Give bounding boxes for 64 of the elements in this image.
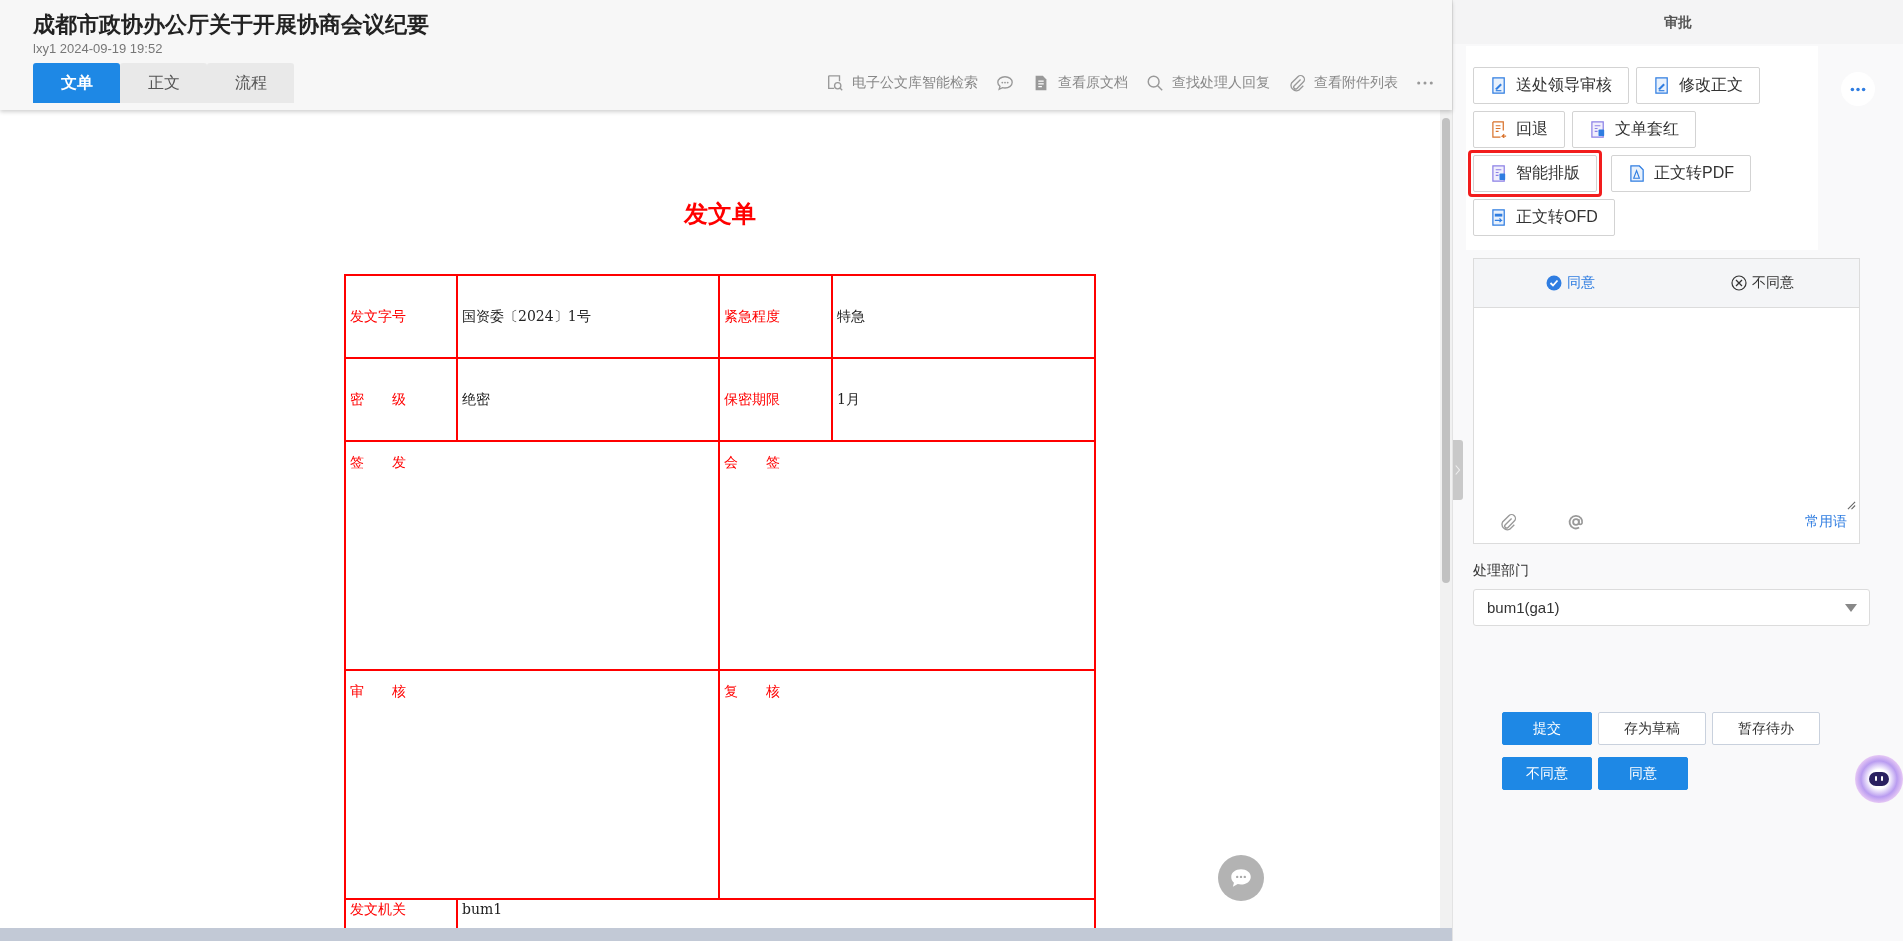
- action-button[interactable]: 同意: [1598, 757, 1688, 790]
- ofd-document-icon: [1491, 209, 1508, 226]
- toolbar-button[interactable]: 查找处理人回复: [1146, 74, 1270, 92]
- search-icon: [1146, 74, 1164, 92]
- paperclip-icon: [1288, 74, 1306, 92]
- action-button[interactable]: 智能排版: [1473, 155, 1597, 192]
- table-cell: 保密期限: [719, 358, 832, 441]
- table-cell: 紧急程度: [719, 275, 832, 358]
- resize-handle-icon[interactable]: [1847, 501, 1856, 510]
- edit-document-icon: [1491, 77, 1508, 94]
- action-button[interactable]: 存为草稿: [1598, 712, 1706, 745]
- table-cell: 密 级: [345, 358, 457, 441]
- scrollbar[interactable]: [0, 928, 1452, 941]
- paperclip-icon[interactable]: [1499, 513, 1517, 531]
- tab[interactable]: 流程: [207, 63, 294, 103]
- table-cell: 审 核: [345, 670, 719, 899]
- comment-icon[interactable]: [996, 74, 1014, 92]
- common-phrases-link[interactable]: 常用语: [1805, 513, 1847, 531]
- document-title: 成都市政协办公厅关于开展协商会议纪要: [33, 11, 430, 39]
- tab[interactable]: 文单: [33, 63, 120, 103]
- tab[interactable]: 正文: [120, 63, 207, 103]
- action-button[interactable]: 文单套红: [1572, 111, 1696, 148]
- field-label: 处理部门: [1473, 562, 1530, 580]
- assistant-button[interactable]: [1854, 754, 1903, 804]
- check-circle-icon: [1545, 275, 1562, 291]
- action-button[interactable]: 回退: [1473, 111, 1565, 148]
- chat-button[interactable]: [1218, 855, 1264, 901]
- mention-icon[interactable]: [1567, 513, 1585, 531]
- action-button[interactable]: 修改正文: [1636, 67, 1760, 104]
- author-date: lxy1 2024-09-19 19:52: [33, 40, 164, 57]
- cross-circle-icon: [1731, 275, 1748, 291]
- layout-document-icon: [1590, 121, 1607, 138]
- action-button[interactable]: 提交: [1502, 712, 1592, 745]
- scrollbar[interactable]: [1440, 110, 1452, 928]
- caret-down-icon: [1845, 603, 1857, 612]
- more-button[interactable]: [1841, 72, 1875, 106]
- action-button[interactable]: 不同意: [1502, 757, 1592, 790]
- chevron-right-icon: [1455, 464, 1461, 476]
- radio-option[interactable]: 同意: [1474, 259, 1667, 307]
- action-button[interactable]: 送处领导审核: [1473, 67, 1629, 104]
- table-cell: 国资委〔2024〕1号: [457, 275, 719, 358]
- action-button[interactable]: 正文转PDF: [1611, 155, 1751, 192]
- more-icon: [1850, 86, 1866, 92]
- layout-document-icon: [1491, 165, 1508, 182]
- table-cell: 1月: [832, 358, 1095, 441]
- table-cell: 绝密: [457, 358, 719, 441]
- scrollbar-thumb[interactable]: [1442, 118, 1450, 583]
- table-cell: 签 发: [345, 441, 719, 670]
- department-select[interactable]: bum1(ga1): [1473, 589, 1870, 626]
- pdf-document-icon: [1629, 165, 1646, 182]
- table-cell: 会 签: [719, 441, 1095, 670]
- return-document-icon: [1491, 121, 1508, 138]
- collapse-handle[interactable]: [1453, 440, 1463, 500]
- table-cell: 特急: [832, 275, 1095, 358]
- table-cell: 复 核: [719, 670, 1095, 899]
- document-search-icon: [826, 74, 844, 92]
- comment-field[interactable]: 同意 不同意 常用语: [1473, 258, 1860, 544]
- panel-title: 审批: [1453, 0, 1903, 44]
- action-button[interactable]: 正文转OFD: [1473, 199, 1615, 236]
- radio-option[interactable]: 不同意: [1666, 259, 1859, 307]
- form-title: 发文单: [684, 199, 756, 229]
- action-button[interactable]: 暂存待办: [1712, 712, 1820, 745]
- edit-document-icon: [1654, 77, 1671, 94]
- table-cell: 发文字号: [345, 275, 457, 358]
